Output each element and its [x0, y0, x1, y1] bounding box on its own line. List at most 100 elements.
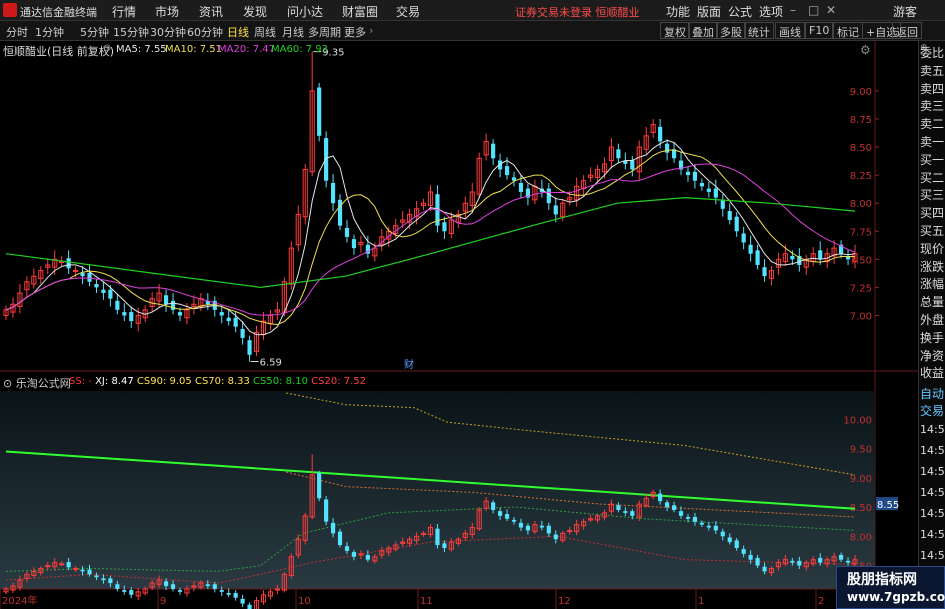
back-button[interactable]: 返回 [892, 22, 922, 39]
xlabel-6: 2 [818, 596, 824, 607]
period-weekly[interactable]: 周线 [254, 24, 276, 40]
overlay-button[interactable]: 叠加 [688, 22, 718, 39]
xlabel-0: 2024年 [2, 594, 37, 607]
menu-formula[interactable]: 公式 [728, 3, 752, 20]
ind-ytick-2: 9.00 [850, 474, 872, 485]
low-marker: 6.59 [260, 358, 282, 369]
draw-line-button[interactable]: 画线 [775, 22, 805, 39]
panel-row-12: 涨跌 [920, 259, 945, 274]
app-logo-icon [3, 3, 17, 17]
panel-time-1: 14:56 [920, 444, 945, 457]
main-ytick-2: 8.50 [850, 143, 872, 154]
period-60min[interactable]: 60分钟 [187, 24, 223, 40]
period-more[interactable]: 更多 [344, 24, 366, 40]
legend-toggle-icon[interactable]: ⊙ [103, 43, 111, 54]
maximize-icon[interactable]: □ [808, 3, 819, 17]
ind-ytick-4: 8.00 [850, 532, 872, 543]
ma20-legend: MA20: 7.47 [218, 44, 276, 55]
mark-button[interactable]: 标记 [833, 22, 863, 39]
watermark-url: www.7gpzb.com [847, 590, 945, 604]
menu-news[interactable]: 资讯 [199, 3, 223, 20]
menu-discover[interactable]: 发现 [243, 3, 267, 20]
guest-label[interactable]: 游客 [893, 3, 917, 20]
indicator-source: ⊙ 乐淘公式网 [3, 377, 71, 390]
current-tag: 8.55 [877, 500, 899, 511]
period-daily[interactable]: 日线 [227, 24, 249, 40]
menu-bar: 通达信金融终端 行情 市场 资讯 发现 问小达 财富圈 交易 证券交易未登录 恒… [0, 0, 945, 21]
panel-row-3: 卖三 [920, 99, 945, 114]
ind-candle [135, 587, 141, 601]
main-ytick-8: 7.00 [850, 311, 872, 322]
period-multi[interactable]: 多周期 [308, 24, 341, 40]
settings-icon[interactable]: ⚙ [860, 43, 871, 57]
panel-time-2: 14:56 [920, 465, 945, 478]
panel-time-3: 14:56 [920, 486, 945, 499]
ind-candle [240, 594, 245, 608]
stock-label: 恒顺醋业(日线 前复权) [3, 45, 115, 58]
multi-stock-button[interactable]: 多股 [716, 22, 746, 39]
period-1min[interactable]: 1分钟 [35, 24, 64, 40]
panel-time-0: 14:56 [920, 423, 945, 436]
menu-ask[interactable]: 问小达 [287, 3, 323, 20]
menu-function[interactable]: 功能 [666, 3, 690, 20]
site-watermark: 股朋指标网 www.7gpzb.com [836, 566, 945, 609]
panel-row-15: 外盘 [920, 313, 945, 327]
panel-row-13: 涨幅 [920, 277, 945, 292]
panel-row-9: 买四 [920, 206, 945, 221]
f10-button[interactable]: F10 [805, 22, 834, 39]
menu-wealth[interactable]: 财富圈 [342, 3, 378, 20]
menu-trade[interactable]: 交易 [396, 3, 420, 20]
menu-market[interactable]: 市场 [155, 3, 179, 20]
adjust-button[interactable]: 复权 [660, 22, 690, 39]
menu-options[interactable]: 选项 [759, 3, 783, 20]
main-candle [317, 83, 322, 142]
ind-candle [226, 588, 231, 598]
period-toolbar: 分时 1分钟 5分钟 15分钟 30分钟 60分钟 日线 周线 月线 多周期 更… [0, 21, 945, 41]
panel-row-16: 换手 [920, 330, 945, 345]
ma5-legend: MA5: 7.55 [116, 44, 167, 55]
main-ytick-1: 8.75 [850, 115, 872, 126]
main-ytick-4: 8.00 [850, 199, 872, 210]
ind-candle [260, 590, 267, 605]
news-flag: 财 [404, 358, 414, 371]
close-icon[interactable]: ✕ [826, 3, 836, 17]
panel-row-1: 卖五 [920, 63, 945, 78]
chevron-right-icon[interactable]: › [369, 24, 373, 37]
kline-chart[interactable]: 9.008.758.508.258.007.757.507.257.0010.0… [0, 41, 918, 609]
panel-trade-0[interactable]: 自动 [920, 385, 944, 402]
main-panel-bg [0, 41, 918, 371]
ind-ytick-1: 9.50 [850, 445, 872, 456]
minimize-icon[interactable]: – [790, 3, 796, 17]
panel-row-5: 卖一 [920, 135, 945, 149]
menu-layout[interactable]: 版面 [697, 3, 721, 20]
app-title: 通达信金融终端 [20, 6, 97, 19]
main-ytick-5: 7.75 [850, 227, 872, 238]
period-30min[interactable]: 30分钟 [150, 24, 186, 40]
ind-candle [253, 597, 260, 609]
ind-candle [317, 470, 322, 502]
ind-ytick-0: 10.00 [843, 415, 872, 426]
xlabel-4: 12 [558, 596, 571, 607]
ind-candle [247, 602, 252, 609]
chart-area[interactable]: 9.00 8.75 8.50 8.25 8.00 7.75 7.50 7.25 7.00 10.0… [0, 41, 918, 609]
panel-row-0: 委比 [920, 46, 945, 60]
main-candle [324, 131, 329, 188]
indicator-panel-bg [0, 391, 875, 589]
panel-row-11: 现价 [920, 241, 945, 256]
ma60-legend: MA60: 7.93 [271, 44, 329, 55]
login-warning[interactable]: 证券交易未登录 恒顺醋业 [515, 4, 640, 20]
panel-row-14: 总量 [920, 295, 945, 310]
menu-quotes[interactable]: 行情 [112, 3, 136, 20]
main-ytick-3: 8.25 [850, 171, 872, 182]
panel-row-4: 卖二 [920, 117, 945, 132]
stats-button[interactable]: 统计 [744, 22, 774, 39]
panel-trade-1[interactable]: 交易 [920, 402, 944, 419]
period-5min[interactable]: 5分钟 [80, 24, 109, 40]
panel-row-10: 买五 [920, 224, 945, 238]
period-monthly[interactable]: 月线 [282, 24, 304, 40]
xlabel-3: 11 [420, 596, 433, 607]
indicator-values: SS: - XJ: 8.47 CS90: 9.05 CS70: 8.33 CS5… [69, 376, 367, 387]
panel-row-8: 买三 [920, 188, 945, 203]
period-tick[interactable]: 分时 [6, 24, 28, 40]
period-15min[interactable]: 15分钟 [113, 24, 149, 40]
